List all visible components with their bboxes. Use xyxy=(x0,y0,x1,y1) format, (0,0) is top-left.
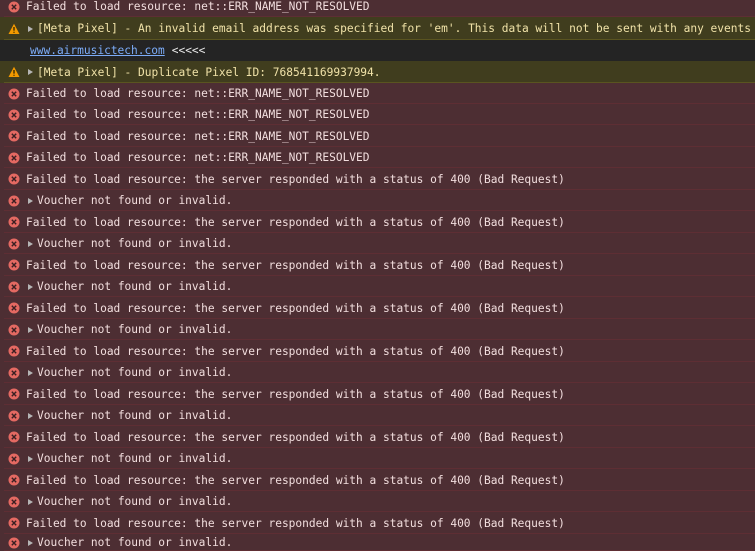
console-error-row[interactable]: Voucher not found or invalid. xyxy=(0,534,755,551)
console-error-row: Failed to load resource: net::ERR_NAME_N… xyxy=(0,147,755,168)
console-error-row[interactable]: Voucher not found or invalid. xyxy=(0,362,755,383)
error-circle-x-icon xyxy=(8,537,20,549)
log-message: [Meta Pixel] - An invalid email address … xyxy=(37,22,755,35)
log-message: Voucher not found or invalid. xyxy=(37,536,233,549)
expand-triangle-icon[interactable] xyxy=(28,369,33,376)
error-circle-x-icon xyxy=(8,152,20,164)
expand-triangle-icon[interactable] xyxy=(28,69,33,75)
expand-triangle-icon[interactable] xyxy=(28,326,33,333)
error-circle-x-icon xyxy=(8,367,20,379)
log-message: Failed to load resource: the server resp… xyxy=(26,344,565,358)
error-circle-x-icon xyxy=(8,431,20,443)
console-error-row[interactable]: Voucher not found or invalid. xyxy=(0,276,755,297)
log-message: Failed to load resource: net::ERR_NAME_N… xyxy=(26,0,370,13)
error-circle-x-icon xyxy=(8,517,20,529)
expand-triangle-icon[interactable] xyxy=(28,498,33,505)
error-circle-x-icon xyxy=(8,453,20,465)
console-error-row: Failed to load resource: net::ERR_NAME_N… xyxy=(0,104,755,125)
log-message: Failed to load resource: net::ERR_NAME_N… xyxy=(26,87,370,100)
warning-triangle-icon xyxy=(8,23,20,35)
console-warning-row[interactable]: [Meta Pixel] - Duplicate Pixel ID: 76854… xyxy=(0,61,755,83)
log-link[interactable]: www.airmusictech.com xyxy=(30,44,165,57)
log-message: Failed to load resource: the server resp… xyxy=(26,473,565,487)
log-message: Failed to load resource: the server resp… xyxy=(26,301,565,315)
console-error-row: Failed to load resource: the server resp… xyxy=(0,297,755,319)
error-circle-x-icon xyxy=(8,324,20,336)
error-circle-x-icon xyxy=(8,302,20,314)
log-message: Failed to load resource: the server resp… xyxy=(26,387,565,401)
console-error-row: Failed to load resource: the server resp… xyxy=(0,469,755,491)
error-circle-x-icon xyxy=(8,109,20,121)
log-message: Failed to load resource: the server resp… xyxy=(26,430,565,444)
log-message: Failed to load resource: the server resp… xyxy=(26,516,565,530)
console-error-row: Failed to load resource: the server resp… xyxy=(0,254,755,276)
console-error-row[interactable]: Voucher not found or invalid. xyxy=(0,448,755,469)
expand-triangle-icon[interactable] xyxy=(28,25,33,32)
log-message: Voucher not found or invalid. xyxy=(37,452,233,465)
expand-triangle-icon[interactable] xyxy=(28,455,33,462)
log-message: [Meta Pixel] - Duplicate Pixel ID: 76854… xyxy=(37,65,381,79)
console-log-panel: Failed to load resource: net::ERR_NAME_N… xyxy=(0,0,755,551)
console-error-row: Failed to load resource: the server resp… xyxy=(0,211,755,233)
log-message: Failed to load resource: net::ERR_NAME_N… xyxy=(26,129,370,143)
log-message: Voucher not found or invalid. xyxy=(37,495,233,508)
log-message: Voucher not found or invalid. xyxy=(37,194,233,207)
error-circle-x-icon xyxy=(8,195,20,207)
log-message: Failed to load resource: the server resp… xyxy=(26,215,565,229)
log-message: Voucher not found or invalid. xyxy=(37,323,233,336)
console-error-row[interactable]: Voucher not found or invalid. xyxy=(0,319,755,340)
console-error-row[interactable]: Voucher not found or invalid. xyxy=(0,405,755,426)
console-error-row[interactable]: Voucher not found or invalid. xyxy=(0,491,755,512)
log-message: Failed to load resource: the server resp… xyxy=(26,172,565,186)
console-error-row: Failed to load resource: net::ERR_NAME_N… xyxy=(0,83,755,104)
log-message: Voucher not found or invalid. xyxy=(37,237,233,250)
console-error-row: Failed to load resource: the server resp… xyxy=(0,168,755,190)
error-circle-x-icon xyxy=(8,173,20,185)
console-error-row: Failed to load resource: the server resp… xyxy=(0,426,755,448)
console-error-row: Failed to load resource: the server resp… xyxy=(0,383,755,405)
log-message-tail: <<<<< xyxy=(171,44,206,57)
error-circle-x-icon xyxy=(8,388,20,400)
error-circle-x-icon xyxy=(8,238,20,250)
log-message: Voucher not found or invalid. xyxy=(37,409,233,422)
console-error-row: Failed to load resource: net::ERR_NAME_N… xyxy=(0,0,755,17)
error-circle-x-icon xyxy=(8,281,20,293)
console-error-row: Failed to load resource: the server resp… xyxy=(0,512,755,534)
error-circle-x-icon xyxy=(8,474,20,486)
expand-triangle-icon[interactable] xyxy=(28,197,33,204)
error-circle-x-icon xyxy=(8,496,20,508)
log-message: Voucher not found or invalid. xyxy=(37,280,233,293)
log-message: Failed to load resource: net::ERR_NAME_N… xyxy=(26,151,370,164)
console-error-row[interactable]: Voucher not found or invalid. xyxy=(0,190,755,211)
expand-triangle-icon[interactable] xyxy=(28,283,33,290)
console-error-row: Failed to load resource: net::ERR_NAME_N… xyxy=(0,125,755,147)
console-warning-row[interactable]: [Meta Pixel] - An invalid email address … xyxy=(0,17,755,40)
expand-triangle-icon[interactable] xyxy=(28,240,33,247)
error-circle-x-icon xyxy=(8,130,20,142)
console-continuation-row: www.airmusictech.com <<<<< xyxy=(0,40,755,61)
expand-triangle-icon[interactable] xyxy=(28,412,33,419)
error-circle-x-icon xyxy=(8,345,20,357)
log-message: Voucher not found or invalid. xyxy=(37,366,233,379)
console-error-row: Failed to load resource: the server resp… xyxy=(0,340,755,362)
error-circle-x-icon xyxy=(8,1,20,13)
error-circle-x-icon xyxy=(8,216,20,228)
expand-triangle-icon[interactable] xyxy=(28,539,33,546)
warning-triangle-icon xyxy=(8,66,20,78)
error-circle-x-icon xyxy=(8,410,20,422)
error-circle-x-icon xyxy=(8,88,20,100)
log-message: Failed to load resource: net::ERR_NAME_N… xyxy=(26,108,370,121)
log-message: Failed to load resource: the server resp… xyxy=(26,258,565,272)
error-circle-x-icon xyxy=(8,259,20,271)
console-error-row[interactable]: Voucher not found or invalid. xyxy=(0,233,755,254)
